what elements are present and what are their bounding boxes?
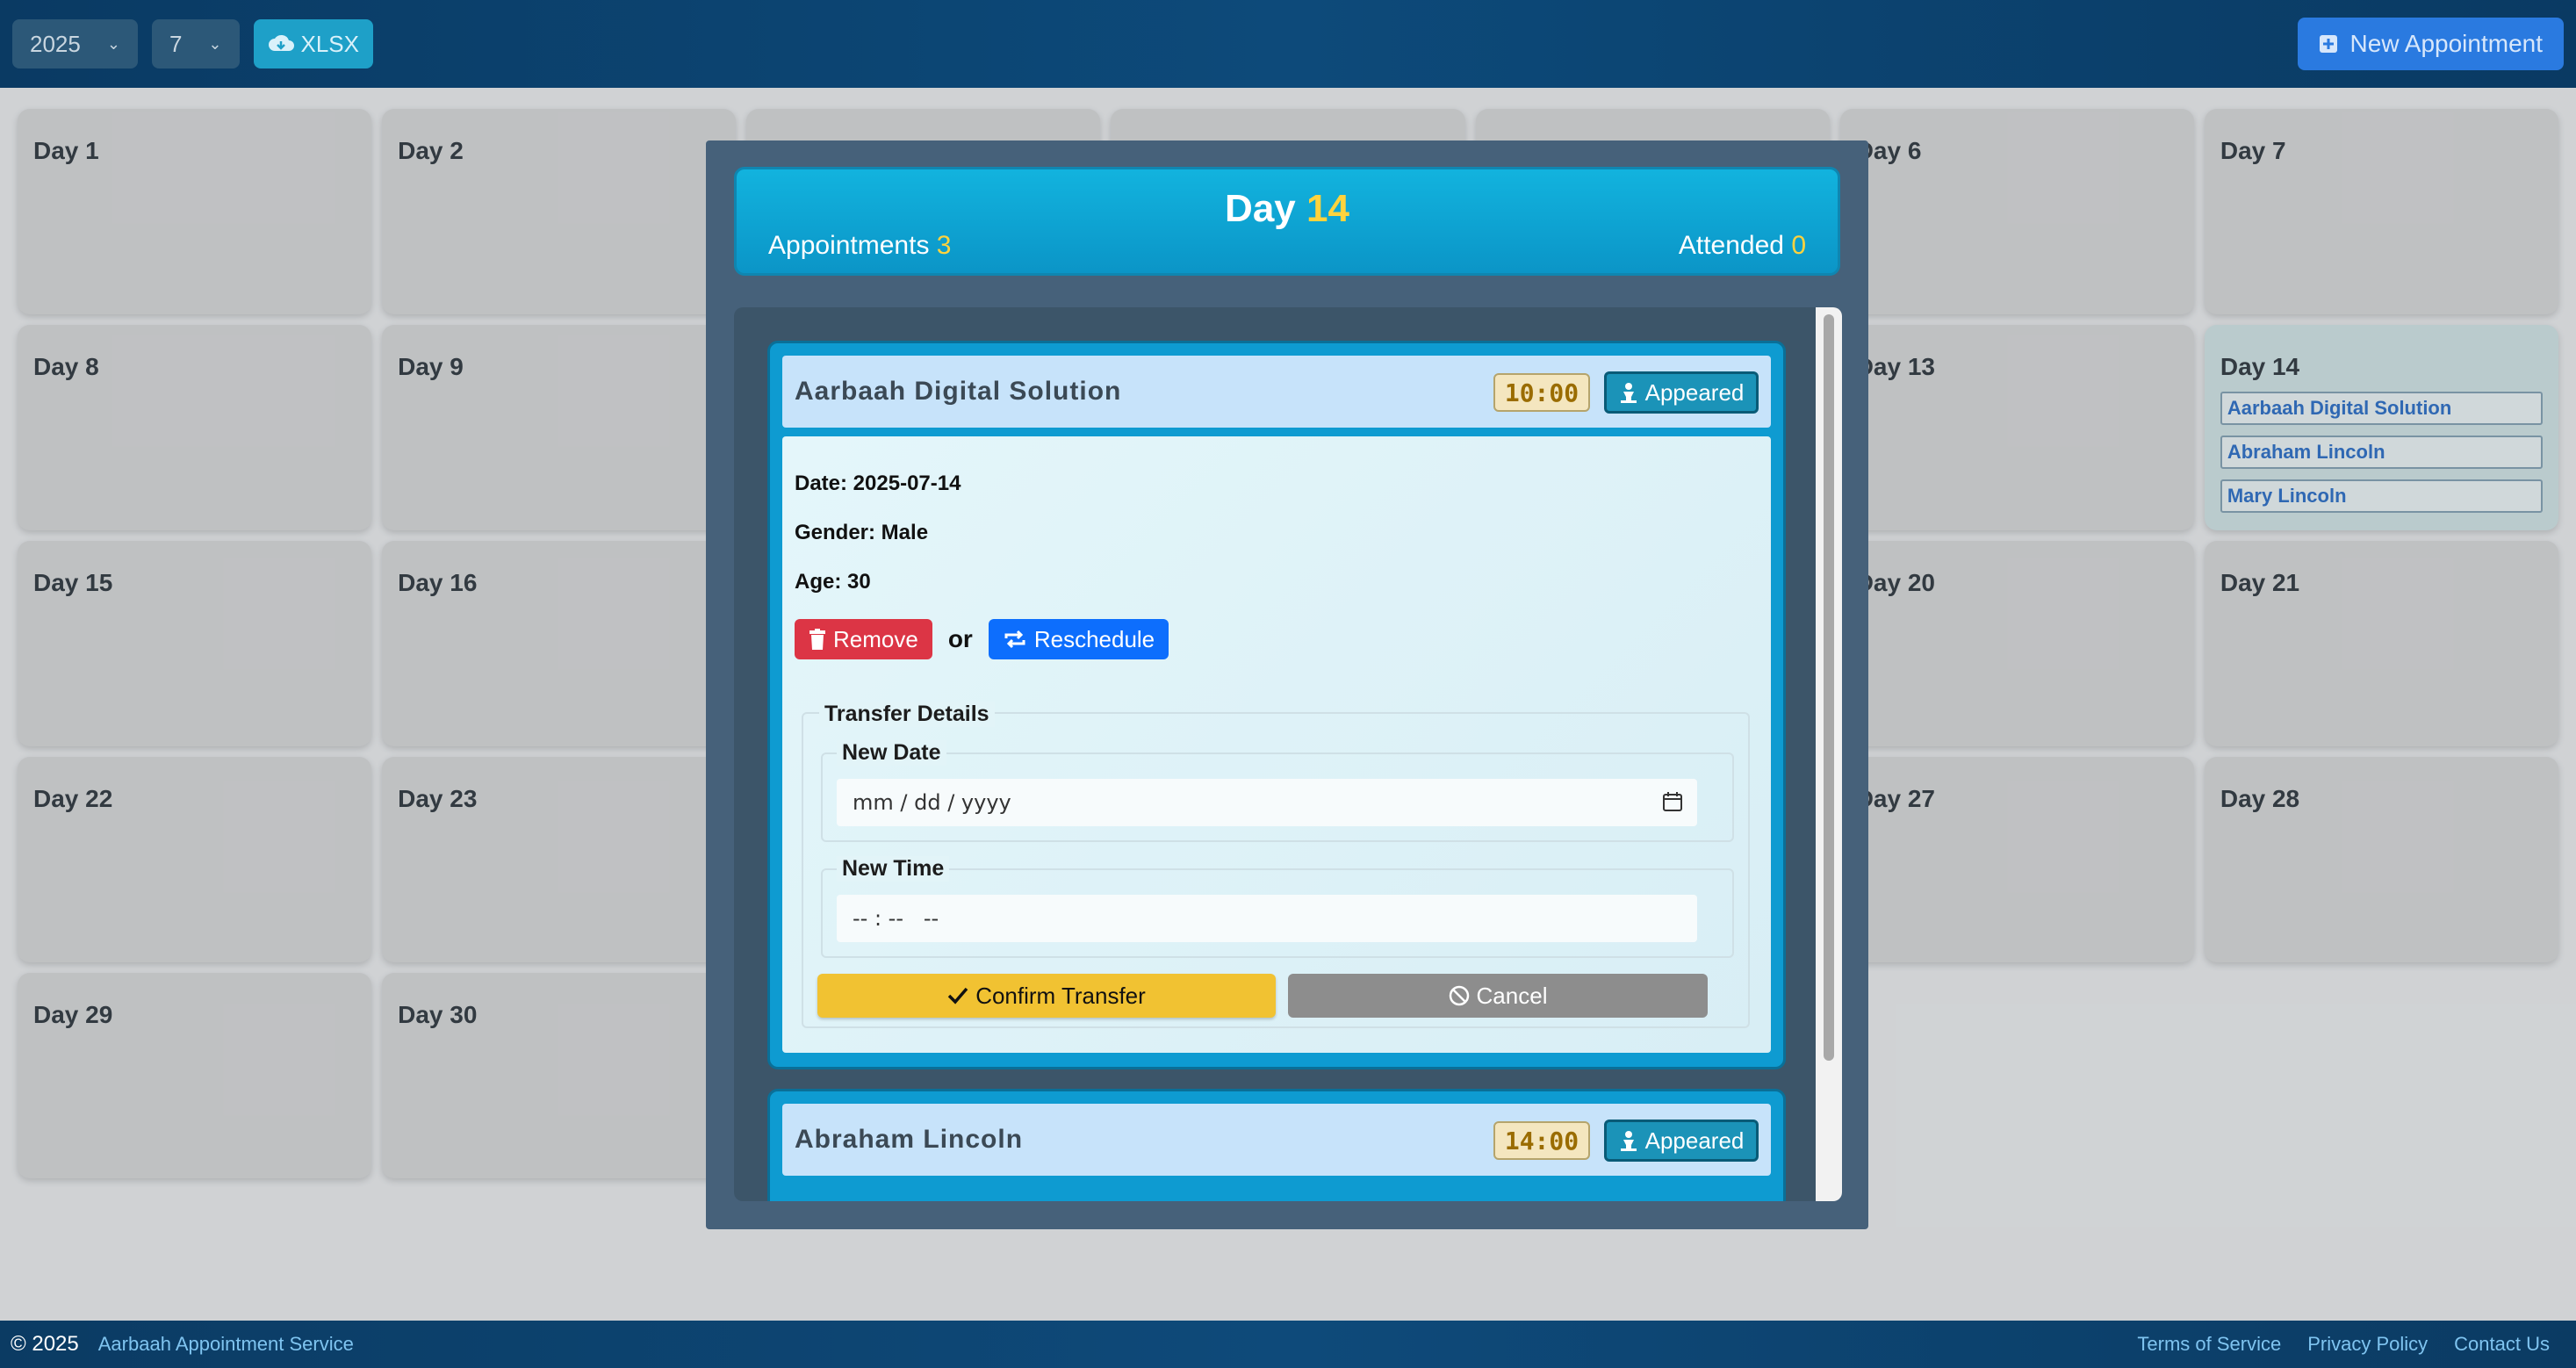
trash-icon	[809, 629, 825, 650]
footer-brand-link[interactable]: Aarbaah Appointment Service	[98, 1333, 354, 1356]
new-time-legend: New Time	[837, 856, 950, 882]
cancel-transfer-button[interactable]: Cancel	[1288, 974, 1708, 1018]
month-select-value: 7	[169, 30, 183, 57]
appointments-list[interactable]: Aarbaah Digital Solution 10:00 Appeared …	[734, 307, 1842, 1201]
appointment-card-header[interactable]: Abraham Lincoln 14:00 Appeared	[782, 1104, 1771, 1176]
appointment-actions: Remove or Reschedule	[795, 619, 1759, 659]
appeared-label: Appeared	[1644, 1127, 1745, 1154]
new-time-fieldset: New Time -- : -- --	[821, 856, 1734, 958]
appointments-label: Appointments	[768, 231, 930, 260]
calendar-icon[interactable]	[1662, 791, 1683, 812]
person-icon	[1620, 383, 1637, 403]
transfer-details: Transfer Details New Date mm / dd / yyyy…	[802, 702, 1750, 1028]
person-icon	[1620, 1131, 1637, 1151]
footer-links: Terms of Service Privacy Policy Contact …	[2111, 1333, 2550, 1356]
appeared-button[interactable]: Appeared	[1604, 371, 1759, 414]
new-date-input[interactable]: mm / dd / yyyy	[837, 779, 1697, 826]
month-select[interactable]: 7 ⌄	[151, 19, 240, 68]
appointment-card-header[interactable]: Aarbaah Digital Solution 10:00 Appeared	[782, 356, 1771, 428]
appointment-time-badge: 14:00	[1493, 1121, 1590, 1160]
remove-label: Remove	[833, 625, 918, 652]
transfer-details-legend: Transfer Details	[819, 702, 995, 727]
top-toolbar: 2025 ⌄ 7 ⌄ XLSX New Appointment	[0, 0, 2576, 88]
appointment-age: Age: 30	[795, 570, 871, 594]
new-date-legend: New Date	[837, 740, 946, 766]
appointments-count: 3	[936, 231, 952, 260]
export-xlsx-label: XLSX	[300, 30, 360, 57]
year-select-value: 2025	[30, 30, 81, 57]
attended-summary: Attended 0	[1679, 231, 1806, 261]
modal-header: Day 14 Appointments 3 Attended 0	[734, 167, 1840, 276]
appointment-card: Abraham Lincoln 14:00 Appeared	[767, 1089, 1786, 1201]
modal-title-prefix: Day	[1225, 187, 1296, 230]
cloud-download-icon	[268, 34, 294, 51]
new-time-placeholder: -- : -- --	[853, 906, 939, 931]
check-icon	[947, 987, 968, 1004]
appointment-name: Aarbaah Digital Solution	[795, 377, 1122, 406]
cancel-transfer-label: Cancel	[1476, 982, 1548, 1009]
new-date-fieldset: New Date mm / dd / yyyy	[821, 740, 1734, 842]
export-xlsx-button[interactable]: XLSX	[253, 19, 373, 68]
repeat-icon	[1004, 630, 1025, 649]
privacy-link[interactable]: Privacy Policy	[2307, 1333, 2428, 1356]
contact-link[interactable]: Contact Us	[2454, 1333, 2550, 1356]
new-time-input[interactable]: -- : -- --	[837, 895, 1697, 942]
footer-copyright: © 2025	[11, 1332, 79, 1356]
ban-icon	[1449, 985, 1469, 1006]
new-appointment-button[interactable]: New Appointment	[2297, 18, 2564, 70]
appointment-name: Abraham Lincoln	[795, 1125, 1024, 1154]
day-modal: Day 14 Appointments 3 Attended 0 Aarbaah…	[706, 140, 1868, 1229]
appointment-date: Date: 2025-07-14	[795, 472, 961, 495]
remove-button[interactable]: Remove	[795, 619, 932, 659]
reschedule-button[interactable]: Reschedule	[988, 619, 1169, 659]
attended-count: 0	[1791, 231, 1806, 260]
plus-square-icon	[2319, 35, 2337, 53]
appointments-summary: Appointments 3	[768, 231, 951, 261]
chevron-down-icon: ⌄	[106, 34, 120, 53]
modal-scrollbar[interactable]	[1816, 307, 1842, 1201]
chevron-down-icon: ⌄	[208, 34, 222, 53]
modal-title-day: 14	[1306, 187, 1349, 230]
reschedule-label: Reschedule	[1033, 625, 1155, 652]
new-date-placeholder: mm / dd / yyyy	[853, 790, 1011, 815]
appeared-label: Appeared	[1644, 378, 1745, 406]
footer: © 2025 Aarbaah Appointment Service Terms…	[0, 1321, 2576, 1368]
modal-title: Day 14	[737, 187, 1838, 231]
scrollbar-thumb[interactable]	[1824, 314, 1834, 1061]
appointment-details: Date: 2025-07-14 Gender: Male Age: 30 Re…	[782, 436, 1771, 1053]
appeared-button[interactable]: Appeared	[1604, 1120, 1759, 1162]
terms-link[interactable]: Terms of Service	[2137, 1333, 2281, 1356]
new-appointment-label: New Appointment	[2349, 30, 2543, 57]
appointment-time-badge: 10:00	[1493, 373, 1590, 412]
or-separator: or	[947, 625, 973, 652]
appointment-gender: Gender: Male	[795, 521, 929, 544]
appointment-card: Aarbaah Digital Solution 10:00 Appeared …	[767, 341, 1786, 1069]
year-select[interactable]: 2025 ⌄	[12, 19, 138, 68]
confirm-transfer-button[interactable]: Confirm Transfer	[817, 974, 1276, 1018]
attended-label: Attended	[1678, 231, 1784, 260]
confirm-transfer-label: Confirm Transfer	[975, 982, 1146, 1009]
